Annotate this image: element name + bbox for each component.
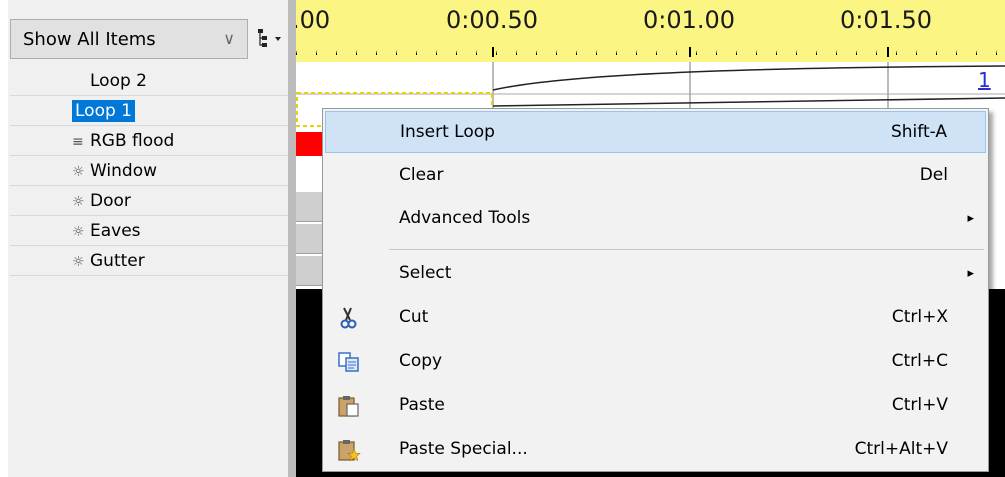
menu-item-label: Select	[399, 263, 452, 283]
menu-item-label: Copy	[399, 351, 443, 371]
time-ruler[interactable]: .00 0:00.50 0:01.00 0:01.50	[296, 0, 1005, 62]
tree-item-label: Gutter	[90, 251, 145, 271]
menu-item-insert-loop[interactable]: Insert Loop Shift-A	[325, 111, 986, 153]
menu-item-shortcut: Shift-A	[890, 122, 947, 142]
gear-icon: ☼	[72, 194, 85, 210]
tree-item-label: Loop 1	[72, 100, 135, 122]
menu-separator	[389, 249, 984, 250]
menu-item-label: Paste	[399, 395, 445, 415]
tree-item[interactable]: ≡ RGB flood	[10, 126, 288, 156]
row-number-link[interactable]: 1	[978, 68, 991, 92]
tree-item[interactable]: ☼ Eaves	[10, 216, 288, 246]
tree-item-label: Window	[90, 161, 158, 181]
context-menu: Insert Loop Shift-A Clear Del Advanced T…	[322, 108, 989, 472]
menu-item-label: Clear	[399, 165, 444, 185]
menu-item-select[interactable]: Select ▸	[325, 252, 986, 294]
tree-list: Loop 2 Loop 1 ≡ RGB flood ☼ Window ☼ Door ☼…	[10, 66, 288, 276]
submenu-arrow-icon: ▸	[967, 210, 974, 226]
menu-item-copy[interactable]: Copy Ctrl+C	[325, 340, 986, 382]
menu-item-label: Insert Loop	[400, 122, 495, 142]
menu-item-clear[interactable]: Clear Del	[325, 154, 986, 196]
left-panel: Show All Items ∨ Loop 2 Loop 1 ≡ RGB floo…	[0, 0, 288, 477]
tree-item[interactable]: ☼ Window	[10, 156, 288, 186]
menu-item-shortcut: Del	[919, 165, 948, 185]
menu-item-paste[interactable]: Paste Ctrl+V	[325, 384, 986, 426]
show-items-dropdown[interactable]: Show All Items ∨	[10, 19, 248, 59]
panel-edge	[0, 0, 8, 477]
list-icon: ≡	[72, 134, 84, 150]
menu-item-cut[interactable]: Cut Ctrl+X	[325, 296, 986, 338]
copy-icon	[337, 350, 361, 374]
tree-item[interactable]: ☼ Door	[10, 186, 288, 216]
tree-icon	[258, 29, 281, 47]
menu-item-label: Advanced Tools	[399, 208, 531, 228]
panel-splitter[interactable]	[288, 0, 296, 477]
tree-item[interactable]: Loop 2	[10, 66, 288, 96]
menu-item-paste-special[interactable]: Paste Special... Ctrl+Alt+V	[325, 428, 986, 470]
paste-special-icon	[337, 438, 361, 462]
menu-item-shortcut: Ctrl+X	[891, 307, 948, 327]
gear-icon: ☼	[72, 224, 85, 240]
menu-item-label: Paste Special...	[399, 439, 528, 459]
tree-item-label: Door	[90, 191, 131, 211]
tree-item-label: Loop 2	[90, 71, 147, 91]
menu-item-shortcut: Ctrl+V	[891, 395, 948, 415]
menu-item-advanced-tools[interactable]: Advanced Tools ▸	[325, 197, 986, 239]
menu-item-shortcut: Ctrl+C	[891, 351, 948, 371]
ruler-ticks	[296, 47, 1005, 57]
submenu-arrow-icon: ▸	[967, 265, 974, 281]
menu-item-label: Cut	[399, 307, 429, 327]
tree-item[interactable]: ☼ Gutter	[10, 246, 288, 276]
paste-icon	[337, 394, 361, 418]
dropdown-value: Show All Items	[23, 28, 156, 50]
chevron-down-icon: ∨	[223, 29, 235, 48]
menu-item-shortcut: Ctrl+Alt+V	[854, 439, 948, 459]
gear-icon: ☼	[72, 164, 85, 180]
tree-item-label: Eaves	[90, 221, 141, 241]
tree-item[interactable]: Loop 1	[10, 96, 288, 126]
gear-icon: ☼	[72, 254, 85, 270]
tree-item-label: RGB flood	[90, 131, 175, 151]
tree-view-button[interactable]	[256, 26, 284, 52]
scissors-icon	[337, 306, 361, 330]
